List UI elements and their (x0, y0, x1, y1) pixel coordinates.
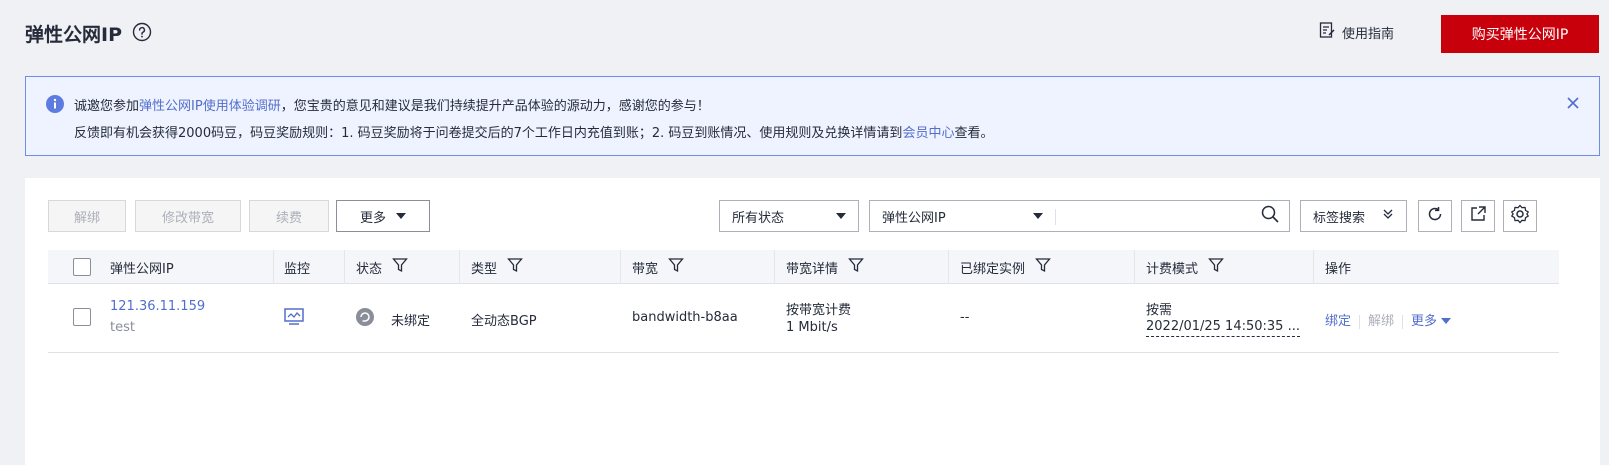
survey-notice: 诚邀您参加弹性公网IP使用体验调研，您宝贵的意见和建议是我们持续提升产品体验的源… (25, 76, 1600, 156)
col-billing-mode: 计费模式 (1146, 250, 1224, 284)
bandwidth-size: 1 Mbit/s (786, 320, 838, 335)
billing-mode: 按需 (1146, 303, 1173, 318)
col-bandwidth-detail: 带宽详情 (786, 250, 864, 284)
filter-icon[interactable] (1035, 257, 1051, 277)
unbound-status-icon (356, 308, 374, 330)
col-status: 状态 (356, 250, 408, 284)
info-icon (46, 95, 64, 113)
col-type: 类型 (471, 250, 523, 284)
export-button[interactable] (1461, 200, 1495, 232)
export-icon (1469, 205, 1487, 227)
col-eip: 弹性公网IP (110, 261, 174, 277)
caret-down-icon (1441, 318, 1452, 324)
filter-icon[interactable] (392, 257, 408, 277)
page-title: 弹性公网IP (25, 24, 122, 46)
filter-icon[interactable] (507, 257, 523, 277)
refresh-button[interactable] (1418, 200, 1452, 232)
table-row: 121.36.11.159 test 未绑定 全动态BGP bandwidth-… (48, 284, 1559, 353)
search-box (1055, 200, 1290, 232)
refresh-icon (1426, 205, 1444, 227)
col-bandwidth: 带宽 (632, 250, 684, 284)
eip-name: test (110, 320, 135, 335)
more-link[interactable]: 更多 (1411, 314, 1452, 329)
billing-created-time[interactable]: 2022/01/25 14:50:35 ... (1146, 319, 1300, 337)
bind-link[interactable]: 绑定 (1325, 314, 1351, 329)
filter-icon[interactable] (1208, 257, 1224, 277)
caret-down-icon (836, 213, 846, 219)
type-text: 全动态BGP (471, 314, 537, 329)
search-icon[interactable] (1261, 205, 1279, 227)
row-operations: 绑定 解绑 更多 (1325, 310, 1452, 329)
col-monitor: 监控 (284, 261, 311, 277)
question-circle-icon[interactable] (132, 22, 152, 42)
filter-icon[interactable] (848, 257, 864, 277)
buy-eip-button[interactable]: 购买弹性公网IP (1441, 15, 1599, 53)
search-input[interactable] (1063, 205, 1263, 227)
bound-instance: -- (960, 310, 970, 325)
unbind-button[interactable]: 解绑 (48, 200, 126, 232)
select-all-checkbox[interactable] (73, 258, 91, 276)
notice-line-2: 反馈即有机会获得2000码豆，码豆奖励规则：1. 码豆奖励将于问卷提交后的7个工… (74, 126, 994, 141)
caret-down-icon (1033, 213, 1043, 219)
status-text: 未绑定 (391, 314, 431, 329)
status-filter-select[interactable]: 所有状态 (719, 200, 859, 232)
tag-search-button[interactable]: 标签搜索 (1300, 200, 1407, 232)
settings-button[interactable] (1503, 200, 1537, 232)
table-header: 弹性公网IP 监控 状态 类型 带宽 带宽详情 已绑定实例 计费模式 操作 (48, 250, 1559, 284)
filter-icon[interactable] (668, 257, 684, 277)
guide-doc-icon (1318, 21, 1336, 43)
page-header: 弹性公网IP 使用指南 购买弹性公网IP (0, 0, 1609, 66)
survey-link[interactable]: 弹性公网IP使用体验调研 (139, 99, 281, 114)
gear-icon (1510, 204, 1530, 228)
monitor-icon[interactable] (284, 308, 304, 330)
double-chevron-down-icon (1382, 208, 1394, 224)
col-operation: 操作 (1325, 261, 1352, 277)
col-bound-instance: 已绑定实例 (960, 250, 1051, 284)
close-icon[interactable] (1565, 95, 1581, 111)
row-checkbox[interactable] (73, 308, 91, 326)
eip-list-panel: 解绑 修改带宽 续费 更多 所有状态 弹性公网IP 标签搜索 弹性公网IP 监控… (25, 178, 1600, 465)
caret-down-icon (396, 213, 406, 219)
guide-label: 使用指南 (1342, 26, 1395, 42)
search-field-select[interactable]: 弹性公网IP (869, 200, 1055, 232)
more-actions-dropdown[interactable]: 更多 (336, 200, 430, 232)
bandwidth-name: bandwidth-b8aa (632, 310, 738, 325)
eip-address-link[interactable]: 121.36.11.159 (110, 299, 205, 314)
modify-bandwidth-button[interactable]: 修改带宽 (135, 200, 241, 232)
user-guide-link[interactable]: 使用指南 (1318, 22, 1394, 42)
renew-button[interactable]: 续费 (249, 200, 329, 232)
bandwidth-billing: 按带宽计费 (786, 303, 852, 318)
member-center-link[interactable]: 会员中心 (902, 126, 954, 141)
unbind-link[interactable]: 解绑 (1368, 314, 1394, 329)
notice-line-1: 诚邀您参加弹性公网IP使用体验调研，您宝贵的意见和建议是我们持续提升产品体验的源… (74, 99, 710, 114)
